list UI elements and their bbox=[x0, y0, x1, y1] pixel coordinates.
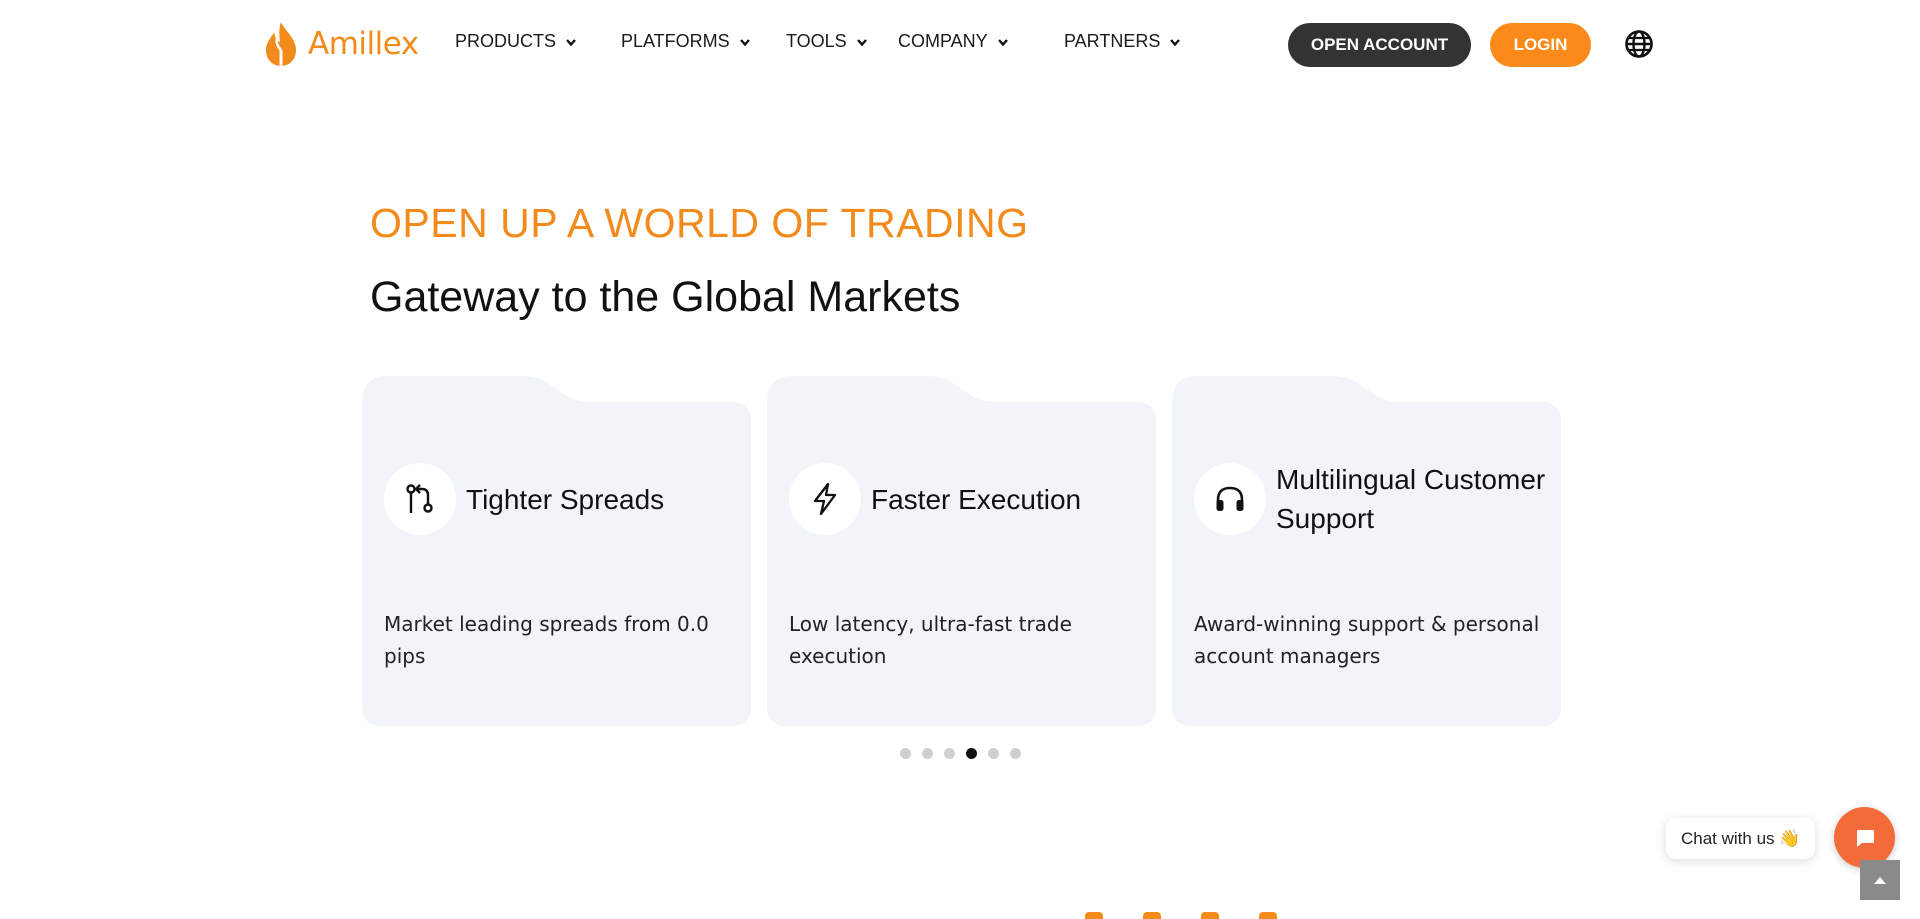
carousel-dot[interactable] bbox=[944, 748, 955, 759]
chevron-down-icon bbox=[1170, 38, 1181, 46]
nav-company[interactable]: COMPANY bbox=[898, 31, 1009, 52]
carousel-pagination bbox=[900, 748, 1021, 759]
next-section-peek bbox=[1085, 904, 1465, 919]
feature-description: Market leading spreads from 0.0 pips bbox=[384, 612, 709, 668]
nav-products[interactable]: PRODUCTS bbox=[455, 31, 577, 52]
chat-icon bbox=[1856, 829, 1874, 847]
chat-prompt[interactable]: Chat with us 👋 bbox=[1666, 818, 1816, 859]
chevron-up-icon bbox=[1874, 877, 1886, 884]
feature-card-spreads: Tighter Spreads Market leading spreads f… bbox=[362, 376, 751, 726]
card-background bbox=[767, 376, 1156, 726]
feature-icon-badge bbox=[789, 463, 861, 535]
heading-fragment bbox=[1259, 912, 1277, 919]
hero-kicker: OPEN UP A WORLD OF TRADING bbox=[370, 200, 1029, 246]
headphones-icon bbox=[1216, 486, 1244, 511]
nav-tools-label: TOOLS bbox=[786, 31, 847, 51]
feature-title: Multilingual Customer Support bbox=[1276, 464, 1546, 534]
heading-fragment bbox=[1085, 912, 1103, 919]
feature-title: Faster Execution bbox=[871, 484, 1082, 515]
chevron-down-icon bbox=[856, 38, 867, 46]
nav-company-label: COMPANY bbox=[898, 31, 988, 51]
feature-description: Award-winning support & personal account… bbox=[1194, 612, 1540, 668]
nav-products-label: PRODUCTS bbox=[455, 31, 557, 51]
feature-icon-badge bbox=[384, 463, 456, 535]
heading-fragment bbox=[1201, 912, 1219, 919]
site-header: Amillex PRODUCTS PLATFORMS TOOLS COMPANY… bbox=[0, 0, 1920, 88]
login-button[interactable]: LOGIN bbox=[1490, 23, 1591, 67]
chevron-down-icon bbox=[997, 38, 1008, 46]
carousel-dot[interactable] bbox=[988, 748, 999, 759]
heading-fragment bbox=[1143, 912, 1161, 919]
open-account-button[interactable]: OPEN ACCOUNT bbox=[1288, 23, 1471, 67]
brand-logo[interactable]: Amillex bbox=[262, 20, 419, 68]
feature-card-support: Multilingual Customer Support Award-winn… bbox=[1172, 376, 1561, 726]
brand-name: Amillex bbox=[308, 26, 419, 62]
hero-title: Gateway to the Global Markets bbox=[370, 273, 961, 321]
card-background bbox=[1172, 376, 1561, 726]
nav-partners-label: PARTNERS bbox=[1064, 31, 1161, 51]
flame-logo-icon bbox=[266, 22, 296, 66]
carousel-dot-active[interactable] bbox=[966, 748, 977, 759]
feature-card-execution: Faster Execution Low latency, ultra-fast… bbox=[767, 376, 1156, 726]
globe-icon[interactable] bbox=[1624, 29, 1654, 59]
chevron-down-icon bbox=[566, 38, 576, 46]
feature-description: Low latency, ultra-fast trade execution bbox=[789, 612, 1072, 668]
chat-launcher-button[interactable] bbox=[1834, 807, 1895, 868]
nav-platforms[interactable]: PLATFORMS bbox=[621, 31, 751, 52]
scroll-to-top-button[interactable] bbox=[1860, 860, 1900, 900]
nav-platforms-label: PLATFORMS bbox=[621, 31, 730, 51]
carousel-dot[interactable] bbox=[900, 748, 911, 759]
nav-partners[interactable]: PARTNERS bbox=[1064, 31, 1181, 52]
feature-title: Tighter Spreads bbox=[466, 484, 665, 515]
spread-icon bbox=[406, 484, 433, 513]
carousel-dot[interactable] bbox=[922, 748, 933, 759]
feature-icon-badge bbox=[1194, 463, 1266, 535]
nav-tools[interactable]: TOOLS bbox=[786, 31, 868, 52]
chevron-down-icon bbox=[739, 38, 750, 46]
carousel-dot[interactable] bbox=[1010, 748, 1021, 759]
lightning-icon bbox=[813, 482, 837, 516]
card-background bbox=[362, 376, 751, 726]
